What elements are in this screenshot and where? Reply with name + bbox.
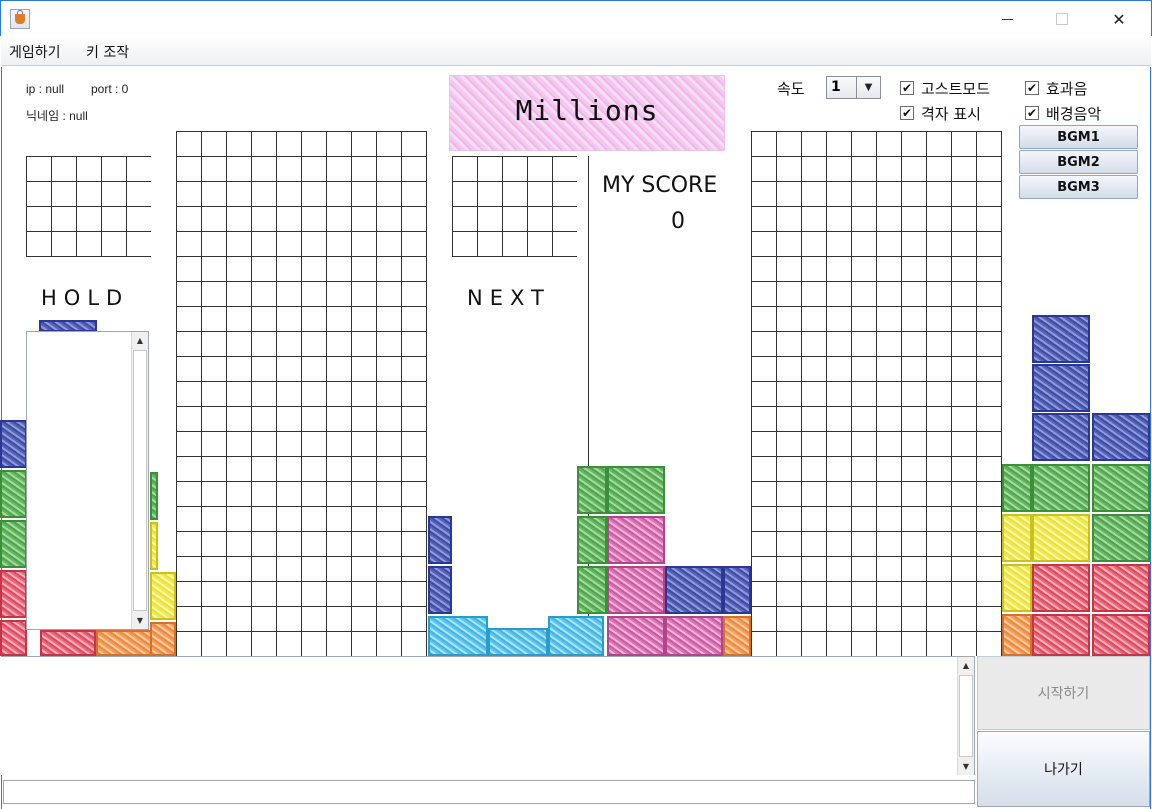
menu-bar: 게임하기 키 조작	[1, 36, 1151, 66]
next-grid	[452, 156, 577, 257]
block	[607, 616, 665, 656]
block	[723, 616, 751, 656]
block	[723, 566, 751, 614]
block	[0, 470, 27, 518]
chat-log[interactable]: ▲ ▼	[1, 656, 975, 775]
grid-show-label: 격자 표시	[921, 105, 981, 123]
block	[150, 472, 158, 520]
player-board-right	[751, 131, 1002, 656]
block	[577, 566, 607, 614]
block	[1092, 564, 1150, 612]
score-title: MY SCORE	[602, 173, 718, 198]
minimize-button[interactable]	[984, 1, 1030, 37]
block	[1032, 315, 1090, 363]
block	[548, 616, 604, 656]
block	[1032, 564, 1090, 612]
chat-input[interactable]	[3, 780, 975, 804]
next-label: NEXT	[467, 286, 551, 310]
block	[1092, 464, 1150, 512]
block	[577, 516, 607, 564]
player-board-left	[176, 131, 427, 656]
block	[665, 616, 723, 656]
block	[40, 630, 96, 656]
block	[428, 566, 452, 614]
menu-game[interactable]: 게임하기	[9, 42, 61, 62]
scroll-up-icon[interactable]: ▲	[958, 657, 974, 674]
speed-select[interactable]: 1 ▼	[826, 76, 881, 99]
block	[1032, 364, 1090, 412]
block	[150, 572, 176, 620]
bgm2-button[interactable]: BGM2	[1019, 150, 1138, 174]
start-button[interactable]: 시작하기	[977, 656, 1150, 730]
scroll-down-icon[interactable]: ▼	[132, 612, 148, 629]
bgm1-button[interactable]: BGM1	[1019, 125, 1138, 149]
block	[1002, 464, 1032, 512]
block	[1002, 564, 1032, 612]
nickname-label: 닉네임 : null	[26, 109, 88, 123]
score-value: 0	[671, 209, 685, 234]
block	[1092, 514, 1150, 562]
block	[1032, 464, 1090, 512]
speed-label: 속도	[777, 80, 805, 98]
hold-grid	[26, 156, 151, 257]
bgm3-button[interactable]: BGM3	[1019, 175, 1138, 199]
scroll-thumb[interactable]	[133, 350, 147, 611]
block	[428, 616, 488, 656]
menu-key-control[interactable]: 키 조작	[86, 42, 129, 62]
ip-label: ip : null	[26, 82, 65, 96]
user-list-scrollbar[interactable]: ▲ ▼	[131, 332, 148, 629]
sound-effect-checkbox[interactable]: ✔	[1025, 81, 1039, 95]
block	[1092, 413, 1150, 461]
block	[0, 420, 27, 468]
port-label: port : 0	[91, 82, 129, 96]
sound-effect-label: 효과음	[1046, 80, 1088, 98]
millions-logo: Millions	[449, 75, 725, 151]
chat-scrollbar[interactable]: ▲ ▼	[957, 657, 974, 775]
block	[0, 520, 27, 568]
block	[665, 566, 723, 614]
block	[607, 516, 665, 564]
scroll-down-icon[interactable]: ▼	[958, 758, 974, 775]
bgm-checkbox[interactable]: ✔	[1025, 106, 1039, 120]
maximize-button[interactable]	[1039, 1, 1085, 37]
block	[607, 566, 665, 614]
block	[96, 630, 152, 656]
block	[0, 570, 27, 618]
block	[1002, 514, 1032, 562]
block	[1032, 514, 1090, 562]
bgm-label: 배경음악	[1046, 105, 1102, 123]
title-bar: ✕	[0, 0, 1152, 36]
block	[150, 622, 176, 656]
close-button[interactable]: ✕	[1096, 1, 1142, 37]
scroll-thumb[interactable]	[959, 675, 973, 757]
block	[577, 466, 607, 514]
block	[607, 466, 665, 514]
block	[0, 620, 27, 656]
block	[1032, 413, 1090, 461]
exit-button[interactable]: 나가기	[977, 731, 1150, 807]
speed-value: 1	[831, 79, 841, 95]
block	[488, 628, 548, 656]
block	[1032, 614, 1090, 656]
grid-show-checkbox[interactable]: ✔	[900, 106, 914, 120]
block	[428, 516, 452, 564]
block	[1092, 614, 1150, 656]
logo-text: Millions	[515, 94, 659, 127]
ghost-mode-checkbox[interactable]: ✔	[900, 81, 914, 95]
hold-label: HOLD	[41, 286, 130, 310]
ghost-mode-label: 고스트모드	[921, 80, 991, 98]
block	[1002, 614, 1032, 656]
scroll-up-icon[interactable]: ▲	[132, 332, 148, 349]
chevron-down-icon[interactable]: ▼	[856, 77, 880, 98]
java-app-icon	[10, 9, 30, 29]
user-list[interactable]: ▲ ▼	[26, 331, 149, 630]
block	[150, 522, 158, 570]
